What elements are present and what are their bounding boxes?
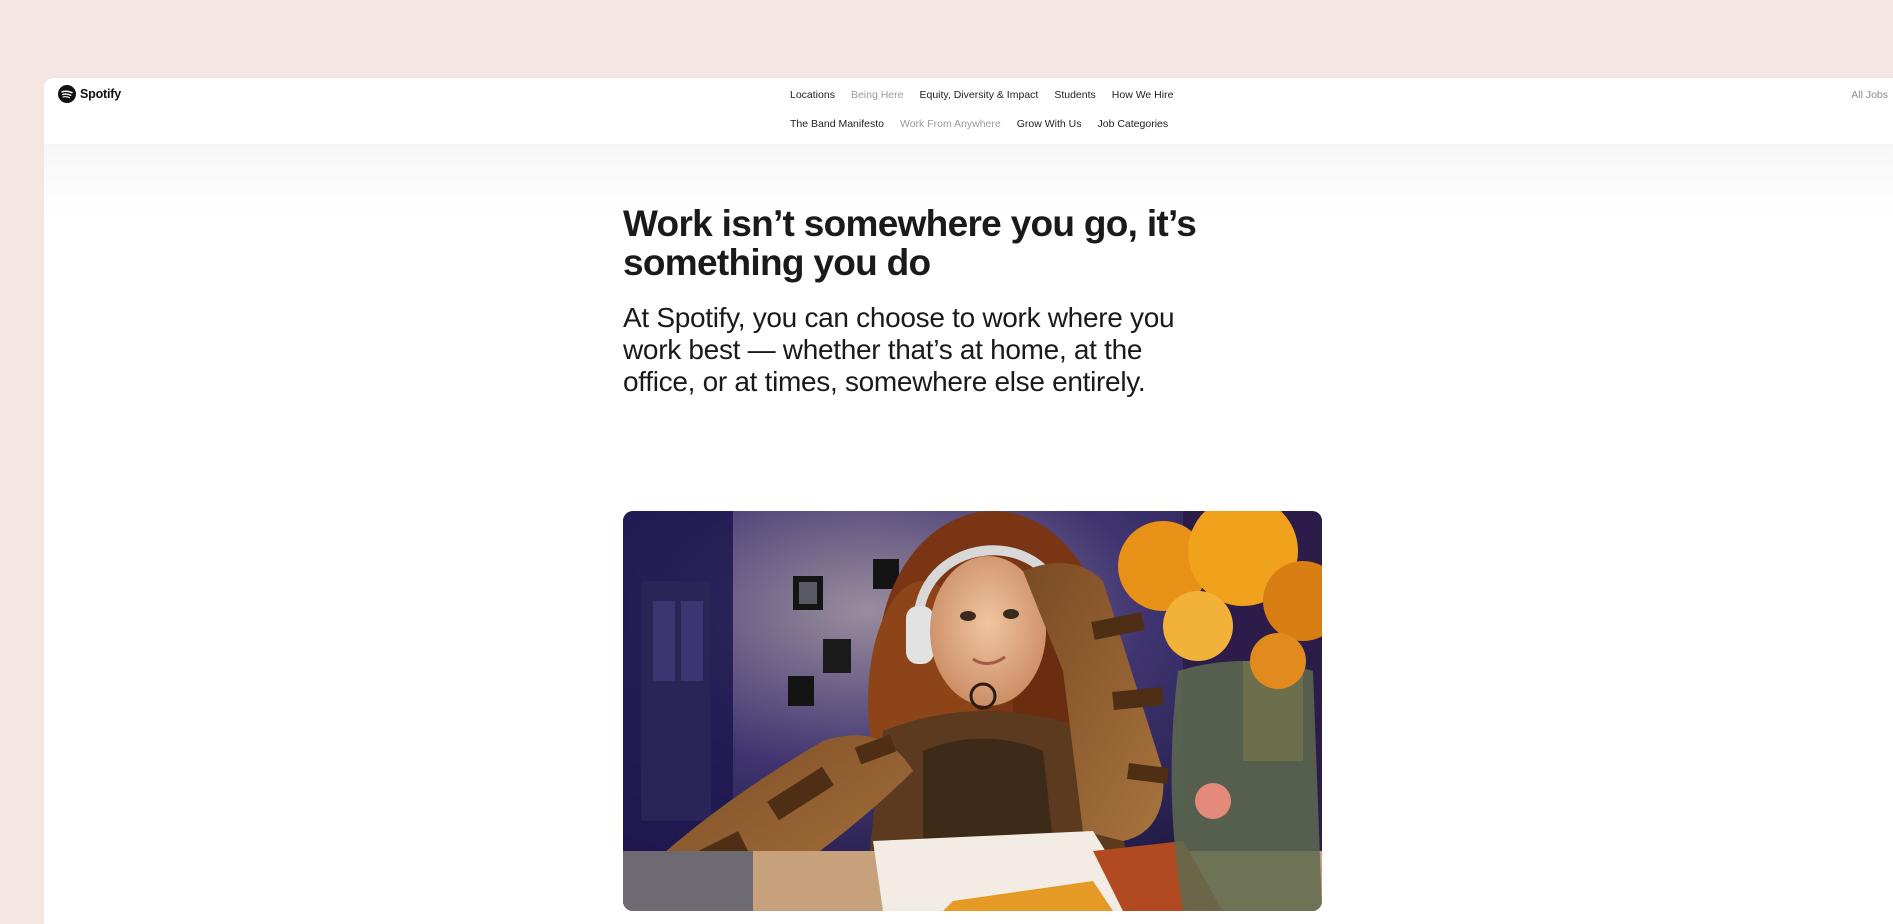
spotify-logo[interactable]: Spotify [58, 85, 121, 103]
all-jobs-link[interactable]: All Jobs [1851, 89, 1888, 101]
primary-nav-row-2: The Band Manifesto Work From Anywhere Gr… [790, 118, 1168, 130]
page-headline: Work isn’t somewhere you go, it’s someth… [623, 203, 1197, 283]
nav-link-grow-with-us[interactable]: Grow With Us [1017, 118, 1082, 130]
primary-nav-row-1: Locations Being Here Equity, Diversity &… [790, 89, 1173, 101]
hero-image [623, 511, 1322, 911]
site-header: Spotify Locations Being Here Equity, Div… [44, 78, 1893, 144]
hero-photo-illustration [623, 511, 1322, 911]
page-subheading: At Spotify, you can choose to work where… [623, 302, 1175, 397]
nav-link-work-from-anywhere[interactable]: Work From Anywhere [900, 118, 1001, 130]
nav-link-job-categories[interactable]: Job Categories [1098, 118, 1169, 130]
spotify-logo-icon [58, 85, 76, 103]
nav-link-how-we-hire[interactable]: How We Hire [1112, 89, 1174, 101]
nav-link-being-here[interactable]: Being Here [851, 89, 904, 101]
nav-link-equity-diversity-impact[interactable]: Equity, Diversity & Impact [919, 89, 1038, 101]
nav-link-locations[interactable]: Locations [790, 89, 835, 101]
nav-link-band-manifesto[interactable]: The Band Manifesto [790, 118, 884, 130]
browser-viewport: Spotify Locations Being Here Equity, Div… [44, 78, 1893, 924]
nav-link-students[interactable]: Students [1054, 89, 1095, 101]
logo-wordmark: Spotify [80, 87, 121, 101]
